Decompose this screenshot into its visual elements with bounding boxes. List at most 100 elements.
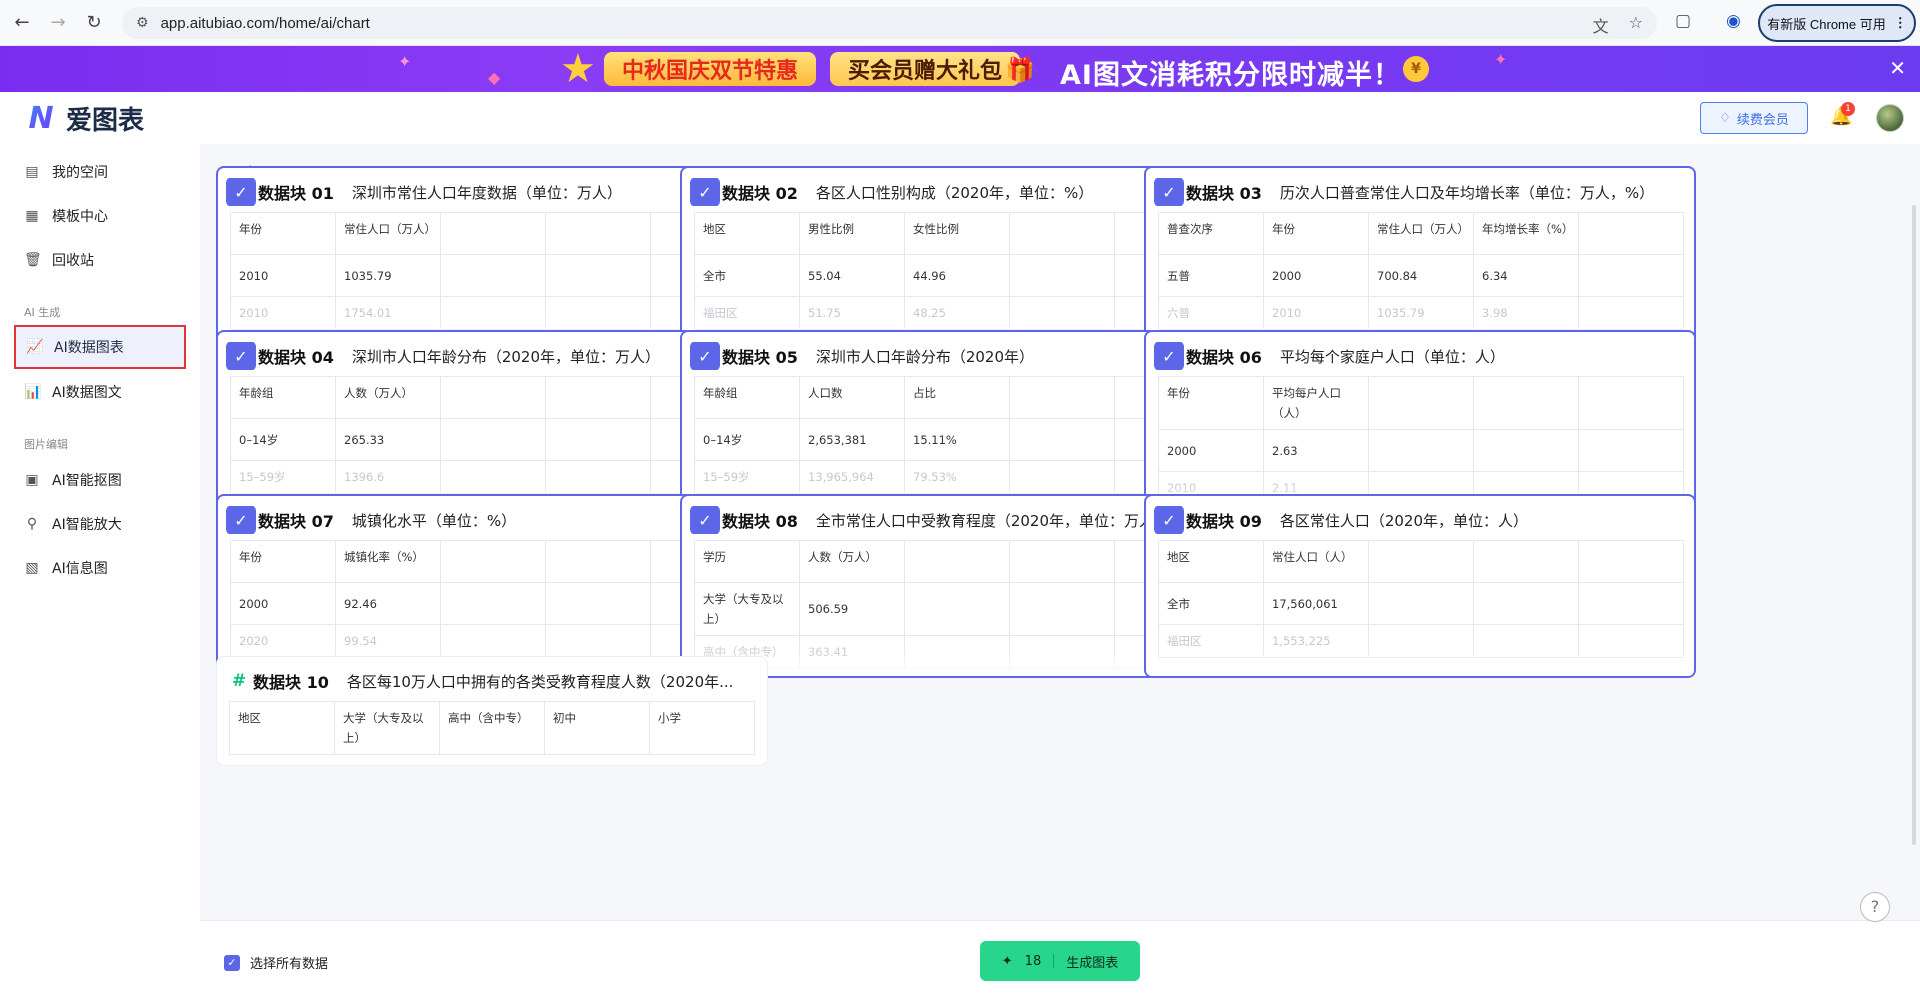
table-cell: [545, 254, 651, 297]
table-row: 2010 1754.01: [230, 296, 756, 330]
column-header: [1473, 540, 1579, 583]
avatar[interactable]: [1876, 104, 1904, 132]
data-block-header: ✓ 数据块 02 各区人口性别构成（2020年，单位：%）: [690, 178, 1222, 206]
main-content: ‹ 返回 ✓数据块 01深圳市常住人口年度数据（单位：万人）年份常住人口（万人）…: [200, 144, 1920, 920]
table-cell: [1473, 429, 1579, 472]
back-arrow-icon[interactable]: ←: [4, 5, 40, 41]
table-cell: [545, 296, 651, 330]
address-bar[interactable]: ⚙ app.aitubiao.com/home/ai/chart 文 ☆: [122, 7, 1657, 39]
table-cell: 506.59: [799, 582, 905, 636]
renew-membership-button[interactable]: ♢ 续费会员: [1700, 102, 1808, 134]
generate-chart-button[interactable]: ✦ 18 生成图表: [980, 941, 1140, 981]
column-header: 城镇化率（%）: [335, 540, 441, 583]
site-info-icon[interactable]: ⚙: [136, 15, 149, 31]
table-cell: 六普: [1158, 296, 1264, 330]
logo[interactable]: N 爱图表: [22, 100, 144, 137]
table-cell: [440, 418, 546, 461]
data-block-title: 数据块 04: [258, 348, 334, 367]
table-row: 大学（大专及以上） 506.59: [694, 582, 1220, 636]
table-header-row: 年龄组 人数（万人）: [230, 376, 756, 419]
sidebar-item-ai-data-doc[interactable]: 📊 AI数据图文: [14, 370, 186, 414]
scrollbar[interactable]: [1912, 205, 1916, 845]
data-block-card[interactable]: ✓ 数据块 09 各区常住人口（2020年，单位：人） 地区 常住人口（人） 全市 17,5…: [1144, 494, 1696, 678]
forward-arrow-icon[interactable]: →: [40, 5, 76, 41]
table-cell: [1473, 624, 1579, 658]
column-header: 普查次序: [1158, 212, 1264, 255]
table-header-row: 年份 城镇化率（%）: [230, 540, 756, 583]
table-cell: [545, 418, 651, 461]
sidebar-item-trash[interactable]: 🗑 回收站: [14, 238, 186, 282]
promo-banner[interactable]: ✦ ◆ ✦ ★ 中秋国庆双节特惠 买会员赠大礼包 🎁 AI图文消耗积分限时减半！…: [0, 46, 1920, 92]
block-checkbox[interactable]: ✓: [690, 506, 720, 534]
data-block-title: 数据块 06: [1186, 348, 1262, 367]
column-header: 女性比例: [904, 212, 1010, 255]
table-cell: [1578, 429, 1684, 472]
sidebar-item-templates[interactable]: ▦ 模板中心: [14, 194, 186, 238]
sidebar-item-ai-data-chart[interactable]: 📈 AI数据图表: [14, 325, 186, 369]
sidebar-item-label: 我的空间: [52, 165, 108, 181]
table-cell: [1009, 582, 1115, 636]
block-checkbox[interactable]: ✓: [1154, 506, 1184, 534]
column-header: 年份: [230, 212, 336, 255]
kebab-menu-icon[interactable]: ⋮: [1894, 15, 1907, 31]
profile-icon[interactable]: ◉: [1726, 11, 1741, 31]
sidebar: ▤ 我的空间 ▦ 模板中心 🗑 回收站 AI 生成 📈 AI数据图表 📊 AI数…: [0, 144, 200, 1000]
data-block-description: 深圳市人口年龄分布（2020年，单位：万人）: [351, 347, 661, 366]
bookmark-star-icon[interactable]: ☆: [1629, 13, 1643, 37]
reload-icon[interactable]: ↻: [76, 5, 112, 41]
table-cell: 1396.6: [335, 460, 441, 494]
table-header-row: 年份 平均每户人口（人）: [1158, 376, 1684, 430]
data-block-description: 各区常住人口（2020年，单位：人）: [1279, 511, 1529, 530]
table-row: 福田区 1,553,225: [1158, 624, 1684, 658]
data-preview-table: 地区 男性比例 女性比例 全市 55.04 44.96 福田区 51.75 48.25: [694, 212, 1220, 330]
data-block-card[interactable]: # 数据块 10 各区每10万人口中拥有的各类受教育程度人数（2020年... 地区大…: [216, 656, 768, 766]
data-preview-table: 年份 城镇化率（%） 2000 92.46 2020 99.54: [230, 540, 756, 658]
block-checkbox[interactable]: ✓: [1154, 342, 1184, 370]
close-icon[interactable]: ✕: [1889, 56, 1906, 80]
block-checkbox[interactable]: ✓: [690, 178, 720, 206]
block-checkbox[interactable]: ✓: [1154, 178, 1184, 206]
chrome-update-button[interactable]: 有新版 Chrome 可用 ⋮: [1758, 4, 1916, 42]
sidebar-item-my-space[interactable]: ▤ 我的空间: [14, 150, 186, 194]
table-row: 2020 99.54: [230, 624, 756, 658]
table-cell: [1009, 635, 1115, 669]
sidebar-item-ai-upscale[interactable]: ⚲ AI智能放大: [14, 502, 186, 546]
select-all-checkbox[interactable]: ✓ 选择所有数据: [224, 953, 328, 972]
table-cell: 2.63: [1263, 429, 1369, 472]
block-checkbox[interactable]: ✓: [226, 506, 256, 534]
data-block-card[interactable]: ✓ 数据块 06 平均每个家庭户人口（单位：人） 年份 平均每户人口（人） 2000 2.6…: [1144, 330, 1696, 514]
sidebar-item-ai-infographic[interactable]: ▧ AI信息图: [14, 546, 186, 590]
table-header-row: 地区 大学（大专及以上） 高中（含中专） 初中 小学: [229, 701, 755, 755]
table-cell: [1578, 296, 1684, 330]
sidebar-item-ai-cutout[interactable]: ▣ AI智能抠图: [14, 458, 186, 502]
gift-tag: 买会员赠大礼包: [830, 52, 1021, 86]
data-block-card[interactable]: ✓ 数据块 03 历次人口普查常住人口及年均增长率（单位：万人，%） 普查次序 年份 常住…: [1144, 166, 1696, 350]
block-checkbox[interactable]: ✓: [226, 342, 256, 370]
column-header: [545, 212, 651, 255]
column-header: 高中（含中专）: [439, 701, 545, 755]
table-cell: 6.34: [1473, 254, 1579, 297]
table-cell: [1368, 624, 1474, 658]
sidebar-item-label: AI信息图: [52, 561, 108, 577]
gift-box-icon: 🎁: [1005, 56, 1035, 84]
sparkle-icon: ✦: [398, 52, 412, 71]
table-header-row: 年龄组 人口数 占比: [694, 376, 1220, 419]
table-row: 高中（含中专） 363.41: [694, 635, 1220, 669]
table-row: 六普 2010 1035.79 3.98: [1158, 296, 1684, 330]
translate-icon[interactable]: 文: [1593, 13, 1609, 37]
data-preview-table: 地区 常住人口（人） 全市 17,560,061 福田区 1,553,225: [1158, 540, 1684, 658]
table-cell: [1578, 254, 1684, 297]
column-header: 年龄组: [230, 376, 336, 419]
table-cell: 44.96: [904, 254, 1010, 297]
block-checkbox[interactable]: ✓: [226, 178, 256, 206]
sparkle-icon: ◆: [488, 68, 501, 87]
data-block-description: 城镇化水平（单位：%）: [351, 511, 517, 530]
block-checkbox[interactable]: ✓: [690, 342, 720, 370]
sparkle-icon: ✦: [1001, 953, 1013, 969]
renew-label: 续费会员: [1736, 112, 1789, 128]
extensions-icon[interactable]: ▢: [1675, 11, 1691, 31]
promo-tag: 中秋国庆双节特惠: [604, 52, 817, 86]
doc-chart-icon: 📊: [24, 384, 42, 400]
table-cell: [545, 460, 651, 494]
help-icon[interactable]: ?: [1860, 892, 1890, 922]
